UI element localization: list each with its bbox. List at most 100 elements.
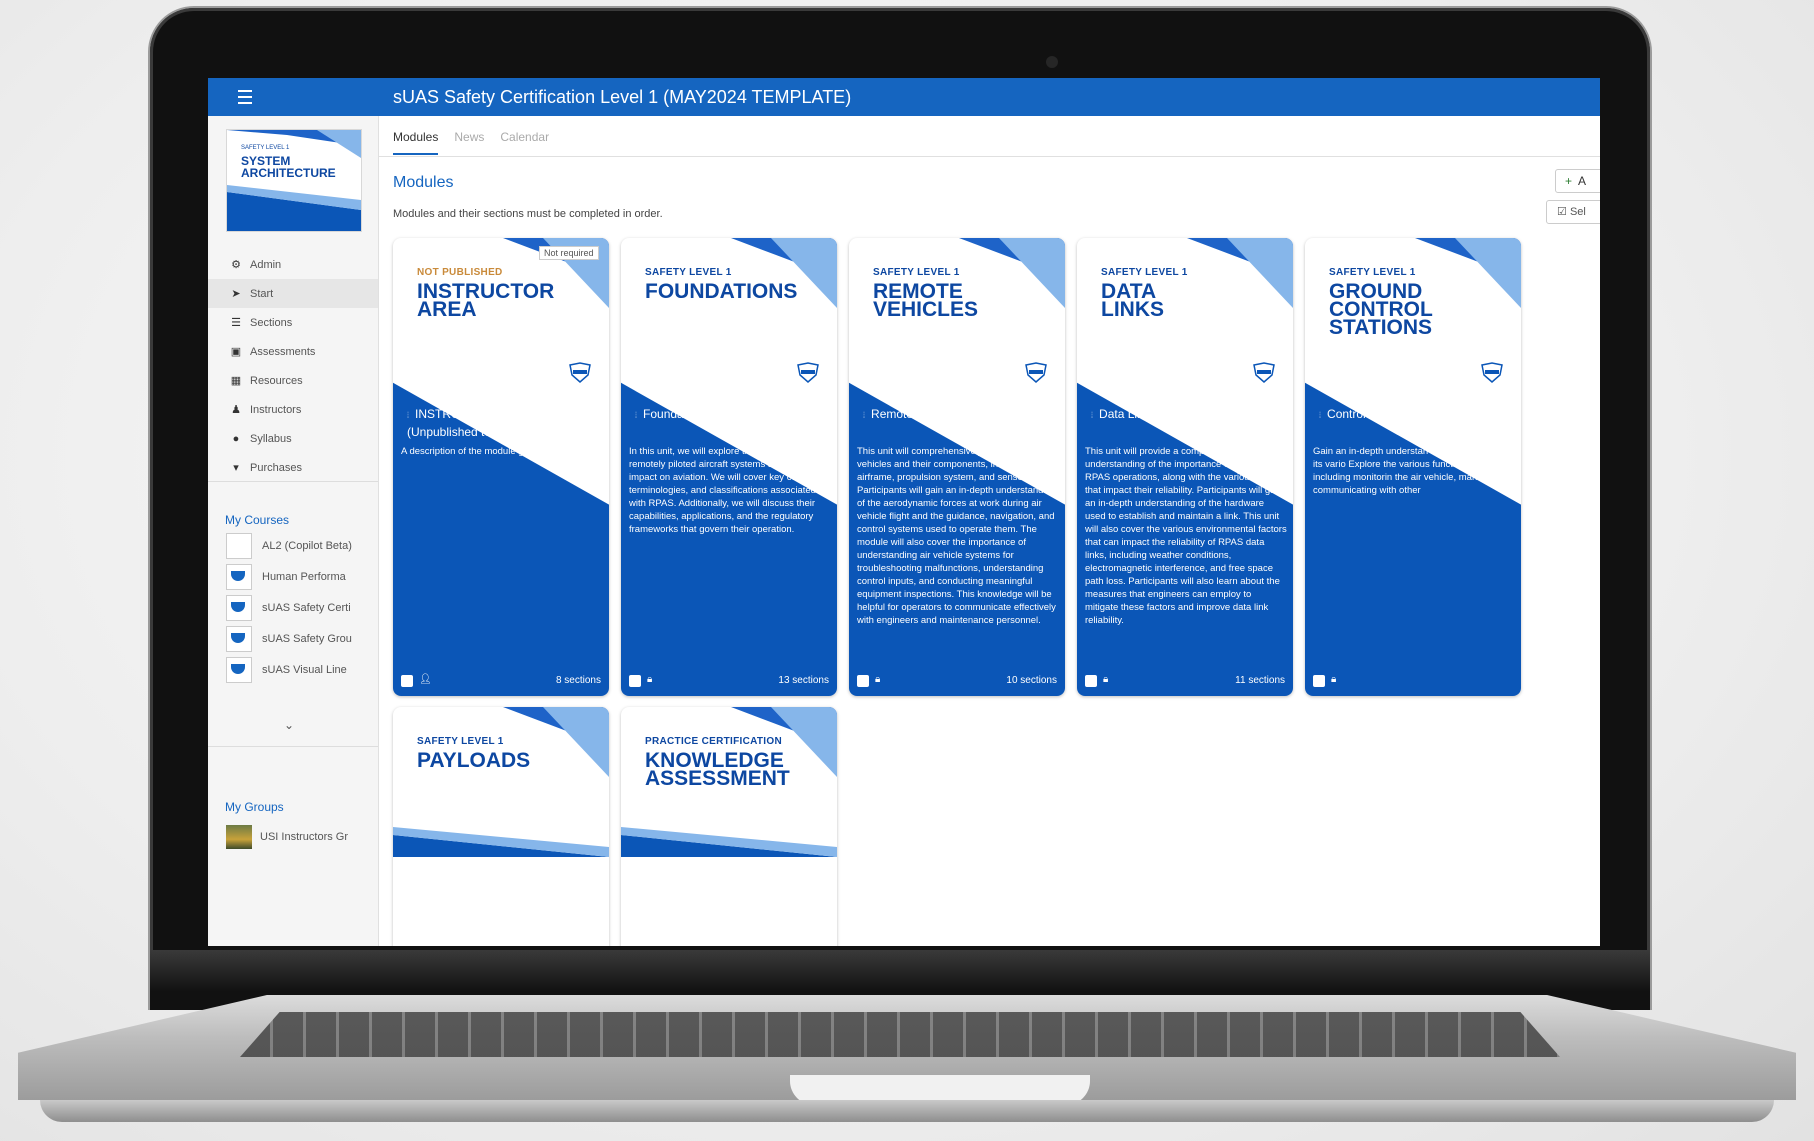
- card-wave: [621, 827, 837, 857]
- sidebar-item-admin[interactable]: ⚙ Admin: [208, 250, 378, 279]
- top-app-bar: sUAS Safety Certification Level 1 (MAY20…: [208, 78, 1600, 116]
- hamburger-menu-icon[interactable]: [238, 90, 252, 104]
- select-button[interactable]: ☑ Sel: [1546, 200, 1600, 224]
- drag-handle-icon[interactable]: ⦙: [863, 410, 865, 420]
- camera: [1046, 56, 1058, 68]
- card-checkbox[interactable]: [1313, 675, 1325, 687]
- card-checkbox[interactable]: [1085, 675, 1097, 687]
- card-footer: 🔒︎ 13 sections: [629, 674, 829, 688]
- usi-shield-icon: [1481, 362, 1503, 383]
- course-item[interactable]: sUAS Visual Line: [226, 657, 347, 683]
- card-kicker: SAFETY LEVEL 1: [417, 736, 504, 747]
- module-card[interactable]: PRACTICE CERTIFICATION KNOWLEDGE ASSESSME…: [621, 707, 837, 946]
- sidebar-nav: ⚙ Admin ➤ Start ☰ Sections ▣ Assessments ▦ Re…: [208, 250, 378, 482]
- card-kicker: SAFETY LEVEL 1: [1101, 267, 1188, 278]
- card-headline: GROUND CONTROL STATIONS: [1329, 280, 1433, 339]
- sidebar-item-instructors[interactable]: ♟ Instructors: [208, 395, 378, 424]
- card-description: A description of the module goes here.: [401, 446, 564, 457]
- sidebar-item-label: Purchases: [250, 461, 302, 474]
- card-kicker: PRACTICE CERTIFICATION: [645, 736, 782, 747]
- sidebar-item-label: Assessments: [250, 345, 316, 358]
- sidebar-item-resources[interactable]: ▦ Resources: [208, 366, 378, 395]
- chevron-down-icon[interactable]: ⌄: [284, 718, 294, 732]
- group-item[interactable]: USI Instructors Gr: [226, 825, 348, 849]
- tab-calendar[interactable]: Calendar: [500, 130, 549, 155]
- card-kicker: SAFETY LEVEL 1: [1329, 267, 1416, 278]
- card-footer: 🔒︎: [1313, 674, 1513, 688]
- card-section-title: ⦙ Remote Vehicles: [863, 406, 1053, 424]
- sidebar-item-start[interactable]: ➤ Start: [208, 279, 378, 308]
- sidebar-item-assessments[interactable]: ▣ Assessments: [208, 337, 378, 366]
- tab-bar: Modules News Calendar: [393, 130, 549, 155]
- tab-news[interactable]: News: [454, 130, 484, 155]
- person-icon: 👤︎: [419, 674, 432, 685]
- module-card[interactable]: SAFETY LEVEL 1 REMOTE VEHICLES ⦙ Remote Veh…: [849, 238, 1065, 696]
- card-headline: INSTRUCTOR AREA: [417, 280, 555, 321]
- card-description: This unit will comprehensively understan…: [857, 446, 1057, 626]
- drag-handle-icon[interactable]: ⦙: [635, 410, 637, 420]
- sidebar-divider: [208, 746, 378, 747]
- card-checkbox[interactable]: [857, 675, 869, 687]
- not-required-badge: Not required: [539, 246, 599, 260]
- module-card[interactable]: SAFETY LEVEL 1 DATA LINKS ⦙ Data Links This …: [1077, 238, 1293, 696]
- drag-handle-icon[interactable]: ⦙: [407, 410, 409, 420]
- usi-shield-icon: [1253, 362, 1275, 383]
- card-footer: 👤︎ 8 sections: [401, 674, 601, 688]
- sidebar-item-syllabus[interactable]: ● Syllabus: [208, 424, 378, 453]
- users-icon: ♟: [231, 404, 241, 416]
- sidebar-item-sections[interactable]: ☰ Sections: [208, 308, 378, 337]
- course-thumbnail: [226, 533, 252, 559]
- module-card[interactable]: SAFETY LEVEL 1 PAYLOADS: [393, 707, 609, 946]
- card-description: This unit will provide a comprehensive u…: [1085, 446, 1287, 626]
- card-checkbox[interactable]: [629, 675, 641, 687]
- section-title-text: Data Links: [1099, 407, 1156, 421]
- logo-title: SYSTEM ARCHITECTURE: [241, 154, 336, 180]
- course-item[interactable]: AL2 (Copilot Beta): [226, 533, 352, 559]
- add-module-button[interactable]: + A: [1555, 169, 1600, 193]
- add-button-label: A: [1578, 174, 1587, 188]
- course-item[interactable]: sUAS Safety Certi: [226, 595, 351, 621]
- section-title-text: INSTRUCTOR ONLY (Unpublished to Students…: [407, 407, 546, 439]
- sidebar: SAFETY LEVEL 1 SYSTEM ARCHITECTURE ⚙ Admi…: [208, 116, 379, 946]
- card-checkbox[interactable]: [401, 675, 413, 687]
- page-title: Modules: [393, 174, 454, 191]
- course-label: sUAS Safety Grou: [262, 633, 352, 645]
- card-swoosh: [731, 238, 837, 308]
- card-headline: FOUNDATIONS: [645, 280, 798, 303]
- section-count: 13 sections: [778, 675, 829, 686]
- module-card[interactable]: SAFETY LEVEL 1 GROUND CONTROL STATIONS ⦙ Co…: [1305, 238, 1521, 696]
- my-groups-heading: My Groups: [225, 800, 284, 814]
- screen: sUAS Safety Certification Level 1 (MAY20…: [208, 78, 1600, 946]
- card-kicker: SAFETY LEVEL 1: [873, 267, 960, 278]
- section-count: 8 sections: [555, 675, 601, 686]
- sidebar-item-purchases[interactable]: ▾ Purchases: [208, 453, 378, 482]
- tab-modules[interactable]: Modules: [393, 130, 439, 155]
- group-thumbnail: [226, 825, 252, 849]
- section-count: 10 sections: [1006, 675, 1057, 686]
- card-description: In this unit, we will explore the founda…: [629, 446, 828, 535]
- drag-handle-icon[interactable]: ⦙: [1091, 410, 1093, 420]
- usi-shield-icon: [797, 362, 819, 383]
- module-card[interactable]: NOT PUBLISHED INSTRUCTOR AREA Not required…: [393, 238, 609, 696]
- course-logo[interactable]: SAFETY LEVEL 1 SYSTEM ARCHITECTURE: [227, 130, 361, 231]
- course-item[interactable]: Human Performa: [226, 564, 346, 590]
- module-card[interactable]: SAFETY LEVEL 1 FOUNDATIONS ⦙ Foundations In …: [621, 238, 837, 696]
- section-title-text: Remote Vehicles: [871, 407, 962, 421]
- sidebar-item-label: Syllabus: [250, 432, 292, 445]
- course-item[interactable]: sUAS Safety Grou: [226, 626, 352, 652]
- card-section-title: ⦙ Control Stations: [1319, 406, 1509, 424]
- gear-icon: ⚙: [231, 259, 241, 271]
- drag-handle-icon[interactable]: ⦙: [1319, 410, 1321, 420]
- card-wave: [393, 827, 609, 857]
- checkbox-icon: ☑: [1557, 206, 1567, 218]
- lock-icon: 🔒︎: [1331, 674, 1337, 685]
- laptop-base: [40, 1100, 1774, 1122]
- send-icon: ➤: [231, 288, 241, 300]
- clipboard-icon: ▣: [230, 346, 242, 358]
- course-thumbnail: [226, 564, 252, 590]
- card-headline: PAYLOADS: [417, 749, 531, 772]
- my-courses-heading: My Courses: [225, 513, 290, 527]
- lock-icon: 🔒︎: [1103, 674, 1109, 685]
- card-lower-panel: [1305, 382, 1521, 696]
- card-section-title: ⦙ INSTRUCTOR ONLY (Unpublished to Student…: [407, 406, 597, 441]
